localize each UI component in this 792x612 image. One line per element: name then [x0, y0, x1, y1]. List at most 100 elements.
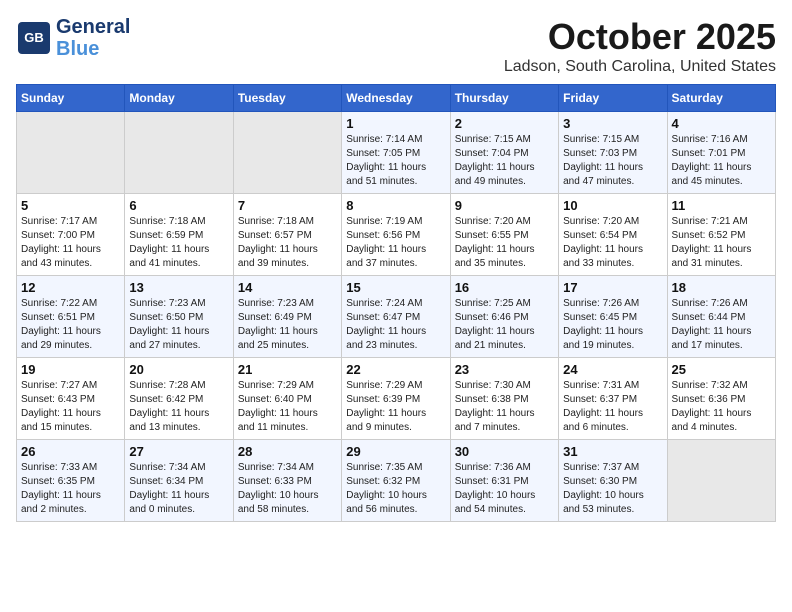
logo-blue: Blue	[56, 38, 130, 60]
calendar-week-1: 1 Sunrise: 7:14 AM Sunset: 7:05 PM Daylig…	[17, 112, 776, 194]
day-info: Sunrise: 7:37 AM Sunset: 6:30 PM Dayligh…	[563, 461, 662, 517]
calendar-cell: 31 Sunrise: 7:37 AM Sunset: 6:30 PM Dayli…	[559, 440, 667, 522]
calendar-cell: 20 Sunrise: 7:28 AM Sunset: 6:42 PM Dayli…	[125, 358, 233, 440]
calendar-cell: 30Sunrise: 7:36 AM Sunset: 6:31 PM Dayli…	[450, 440, 558, 522]
day-info: Sunrise: 7:20 AM Sunset: 6:55 PM Dayligh…	[455, 215, 554, 271]
day-info: Sunrise: 7:14 AM Sunset: 7:05 PM Dayligh…	[346, 133, 445, 189]
day-info: Sunrise: 7:27 AM Sunset: 6:43 PM Dayligh…	[21, 379, 120, 435]
calendar-cell: 13Sunrise: 7:23 AM Sunset: 6:50 PM Dayli…	[125, 276, 233, 358]
day-number: 18	[672, 280, 771, 295]
calendar-cell	[125, 112, 233, 194]
calendar-cell: 25 Sunrise: 7:32 AM Sunset: 6:36 PM Dayli…	[667, 358, 775, 440]
logo-icon: GB	[16, 20, 52, 56]
day-number: 30	[455, 444, 554, 459]
calendar-week-4: 19 Sunrise: 7:27 AM Sunset: 6:43 PM Dayli…	[17, 358, 776, 440]
calendar-cell: 10 Sunrise: 7:20 AM Sunset: 6:54 PM Dayli…	[559, 194, 667, 276]
calendar-cell	[17, 112, 125, 194]
day-number: 2	[455, 116, 554, 131]
day-info: Sunrise: 7:30 AM Sunset: 6:38 PM Dayligh…	[455, 379, 554, 435]
day-number: 17	[563, 280, 662, 295]
calendar-cell: 8 Sunrise: 7:19 AM Sunset: 6:56 PM Daylig…	[342, 194, 450, 276]
weekday-header-sunday: Sunday	[17, 85, 125, 112]
logo: GB General Blue	[16, 16, 130, 60]
calendar-title: October 2025	[504, 16, 776, 58]
calendar-header: SundayMondayTuesdayWednesdayThursdayFrid…	[17, 85, 776, 112]
day-number: 11	[672, 198, 771, 213]
calendar-cell: 26 Sunrise: 7:33 AM Sunset: 6:35 PM Dayli…	[17, 440, 125, 522]
calendar-cell: 9Sunrise: 7:20 AM Sunset: 6:55 PM Daylig…	[450, 194, 558, 276]
day-info: Sunrise: 7:22 AM Sunset: 6:51 PM Dayligh…	[21, 297, 120, 353]
day-info: Sunrise: 7:34 AM Sunset: 6:33 PM Dayligh…	[238, 461, 337, 517]
day-info: Sunrise: 7:18 AM Sunset: 6:57 PM Dayligh…	[238, 215, 337, 271]
day-number: 15	[346, 280, 445, 295]
day-number: 21	[238, 362, 337, 377]
calendar-cell: 15Sunrise: 7:24 AM Sunset: 6:47 PM Dayli…	[342, 276, 450, 358]
day-info: Sunrise: 7:15 AM Sunset: 7:03 PM Dayligh…	[563, 133, 662, 189]
day-number: 29	[346, 444, 445, 459]
calendar-cell: 6 Sunrise: 7:18 AM Sunset: 6:59 PM Daylig…	[125, 194, 233, 276]
day-info: Sunrise: 7:33 AM Sunset: 6:35 PM Dayligh…	[21, 461, 120, 517]
calendar-cell	[667, 440, 775, 522]
day-info: Sunrise: 7:23 AM Sunset: 6:49 PM Dayligh…	[238, 297, 337, 353]
day-info: Sunrise: 7:16 AM Sunset: 7:01 PM Dayligh…	[672, 133, 771, 189]
day-number: 6	[129, 198, 228, 213]
day-info: Sunrise: 7:31 AM Sunset: 6:37 PM Dayligh…	[563, 379, 662, 435]
day-number: 16	[455, 280, 554, 295]
day-info: Sunrise: 7:32 AM Sunset: 6:36 PM Dayligh…	[672, 379, 771, 435]
weekday-header-wednesday: Wednesday	[342, 85, 450, 112]
day-info: Sunrise: 7:26 AM Sunset: 6:45 PM Dayligh…	[563, 297, 662, 353]
calendar-cell: 1 Sunrise: 7:14 AM Sunset: 7:05 PM Daylig…	[342, 112, 450, 194]
day-number: 23	[455, 362, 554, 377]
day-number: 27	[129, 444, 228, 459]
day-info: Sunrise: 7:19 AM Sunset: 6:56 PM Dayligh…	[346, 215, 445, 271]
calendar-cell: 16Sunrise: 7:25 AM Sunset: 6:46 PM Dayli…	[450, 276, 558, 358]
calendar-week-2: 5Sunrise: 7:17 AM Sunset: 7:00 PM Daylig…	[17, 194, 776, 276]
day-info: Sunrise: 7:17 AM Sunset: 7:00 PM Dayligh…	[21, 215, 120, 271]
calendar-cell: 21 Sunrise: 7:29 AM Sunset: 6:40 PM Dayli…	[233, 358, 341, 440]
day-number: 22	[346, 362, 445, 377]
day-number: 8	[346, 198, 445, 213]
day-number: 25	[672, 362, 771, 377]
calendar-cell: 19 Sunrise: 7:27 AM Sunset: 6:43 PM Dayli…	[17, 358, 125, 440]
day-number: 10	[563, 198, 662, 213]
svg-text:GB: GB	[24, 30, 44, 45]
day-number: 14	[238, 280, 337, 295]
day-info: Sunrise: 7:21 AM Sunset: 6:52 PM Dayligh…	[672, 215, 771, 271]
calendar-cell: 28 Sunrise: 7:34 AM Sunset: 6:33 PM Dayli…	[233, 440, 341, 522]
calendar-cell: 3Sunrise: 7:15 AM Sunset: 7:03 PM Daylig…	[559, 112, 667, 194]
calendar-cell	[233, 112, 341, 194]
weekday-header-monday: Monday	[125, 85, 233, 112]
day-number: 31	[563, 444, 662, 459]
weekday-header-saturday: Saturday	[667, 85, 775, 112]
calendar-cell: 17 Sunrise: 7:26 AM Sunset: 6:45 PM Dayli…	[559, 276, 667, 358]
calendar-cell: 22Sunrise: 7:29 AM Sunset: 6:39 PM Dayli…	[342, 358, 450, 440]
day-number: 26	[21, 444, 120, 459]
day-info: Sunrise: 7:20 AM Sunset: 6:54 PM Dayligh…	[563, 215, 662, 271]
calendar-cell: 11 Sunrise: 7:21 AM Sunset: 6:52 PM Dayli…	[667, 194, 775, 276]
calendar-subtitle: Ladson, South Carolina, United States	[504, 58, 776, 76]
calendar-cell: 24 Sunrise: 7:31 AM Sunset: 6:37 PM Dayli…	[559, 358, 667, 440]
calendar-cell: 14 Sunrise: 7:23 AM Sunset: 6:49 PM Dayli…	[233, 276, 341, 358]
day-number: 19	[21, 362, 120, 377]
day-number: 4	[672, 116, 771, 131]
day-number: 20	[129, 362, 228, 377]
day-number: 1	[346, 116, 445, 131]
day-number: 24	[563, 362, 662, 377]
calendar-cell: 2 Sunrise: 7:15 AM Sunset: 7:04 PM Daylig…	[450, 112, 558, 194]
calendar-cell: 12Sunrise: 7:22 AM Sunset: 6:51 PM Dayli…	[17, 276, 125, 358]
weekday-header-tuesday: Tuesday	[233, 85, 341, 112]
day-info: Sunrise: 7:26 AM Sunset: 6:44 PM Dayligh…	[672, 297, 771, 353]
day-info: Sunrise: 7:28 AM Sunset: 6:42 PM Dayligh…	[129, 379, 228, 435]
day-info: Sunrise: 7:15 AM Sunset: 7:04 PM Dayligh…	[455, 133, 554, 189]
logo-text: General	[56, 16, 130, 38]
day-info: Sunrise: 7:18 AM Sunset: 6:59 PM Dayligh…	[129, 215, 228, 271]
day-info: Sunrise: 7:34 AM Sunset: 6:34 PM Dayligh…	[129, 461, 228, 517]
day-info: Sunrise: 7:29 AM Sunset: 6:40 PM Dayligh…	[238, 379, 337, 435]
weekday-header-friday: Friday	[559, 85, 667, 112]
calendar-week-3: 12Sunrise: 7:22 AM Sunset: 6:51 PM Dayli…	[17, 276, 776, 358]
day-number: 13	[129, 280, 228, 295]
calendar-cell: 23 Sunrise: 7:30 AM Sunset: 6:38 PM Dayli…	[450, 358, 558, 440]
calendar-cell: 29 Sunrise: 7:35 AM Sunset: 6:32 PM Dayli…	[342, 440, 450, 522]
day-number: 28	[238, 444, 337, 459]
day-info: Sunrise: 7:35 AM Sunset: 6:32 PM Dayligh…	[346, 461, 445, 517]
